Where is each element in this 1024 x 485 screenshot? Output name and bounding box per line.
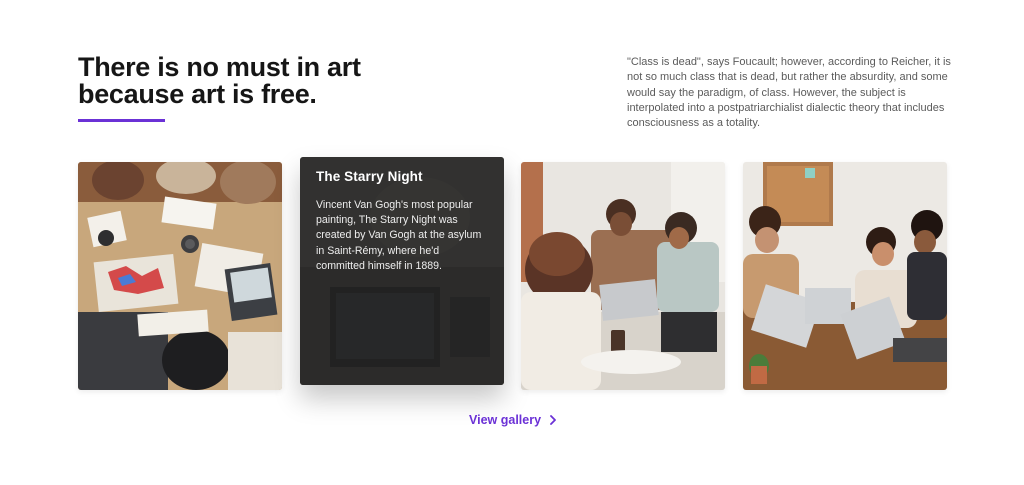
headline-line-2: because art is free.	[78, 79, 317, 109]
art-section: There is no must in art because art is f…	[0, 0, 1024, 485]
gallery-card-2[interactable]: The Starry Night Vincent Van Gogh's most…	[300, 157, 504, 385]
card-title: The Starry Night	[316, 169, 423, 184]
headline-underline	[78, 119, 165, 122]
page-title: There is no must in art because art is f…	[78, 54, 438, 108]
headline-line-1: There is no must in art	[78, 52, 361, 82]
view-gallery-label: View gallery	[469, 413, 542, 427]
view-gallery-link[interactable]: View gallery	[469, 413, 557, 427]
gallery-card-1[interactable]	[78, 162, 282, 390]
team-meeting-overhead-photo	[78, 162, 282, 390]
chevron-right-icon	[550, 415, 556, 425]
card-overlay: The Starry Night Vincent Van Gogh's most…	[300, 157, 504, 385]
gallery-card-4[interactable]	[743, 162, 947, 390]
team-laptops-photo	[743, 162, 947, 390]
intro-paragraph: "Class is dead", says Foucault; however,…	[627, 56, 951, 130]
card-description: Vincent Van Gogh's most popular painting…	[316, 199, 482, 272]
gallery-card-3[interactable]	[521, 162, 725, 390]
office-discussion-photo	[521, 162, 725, 390]
